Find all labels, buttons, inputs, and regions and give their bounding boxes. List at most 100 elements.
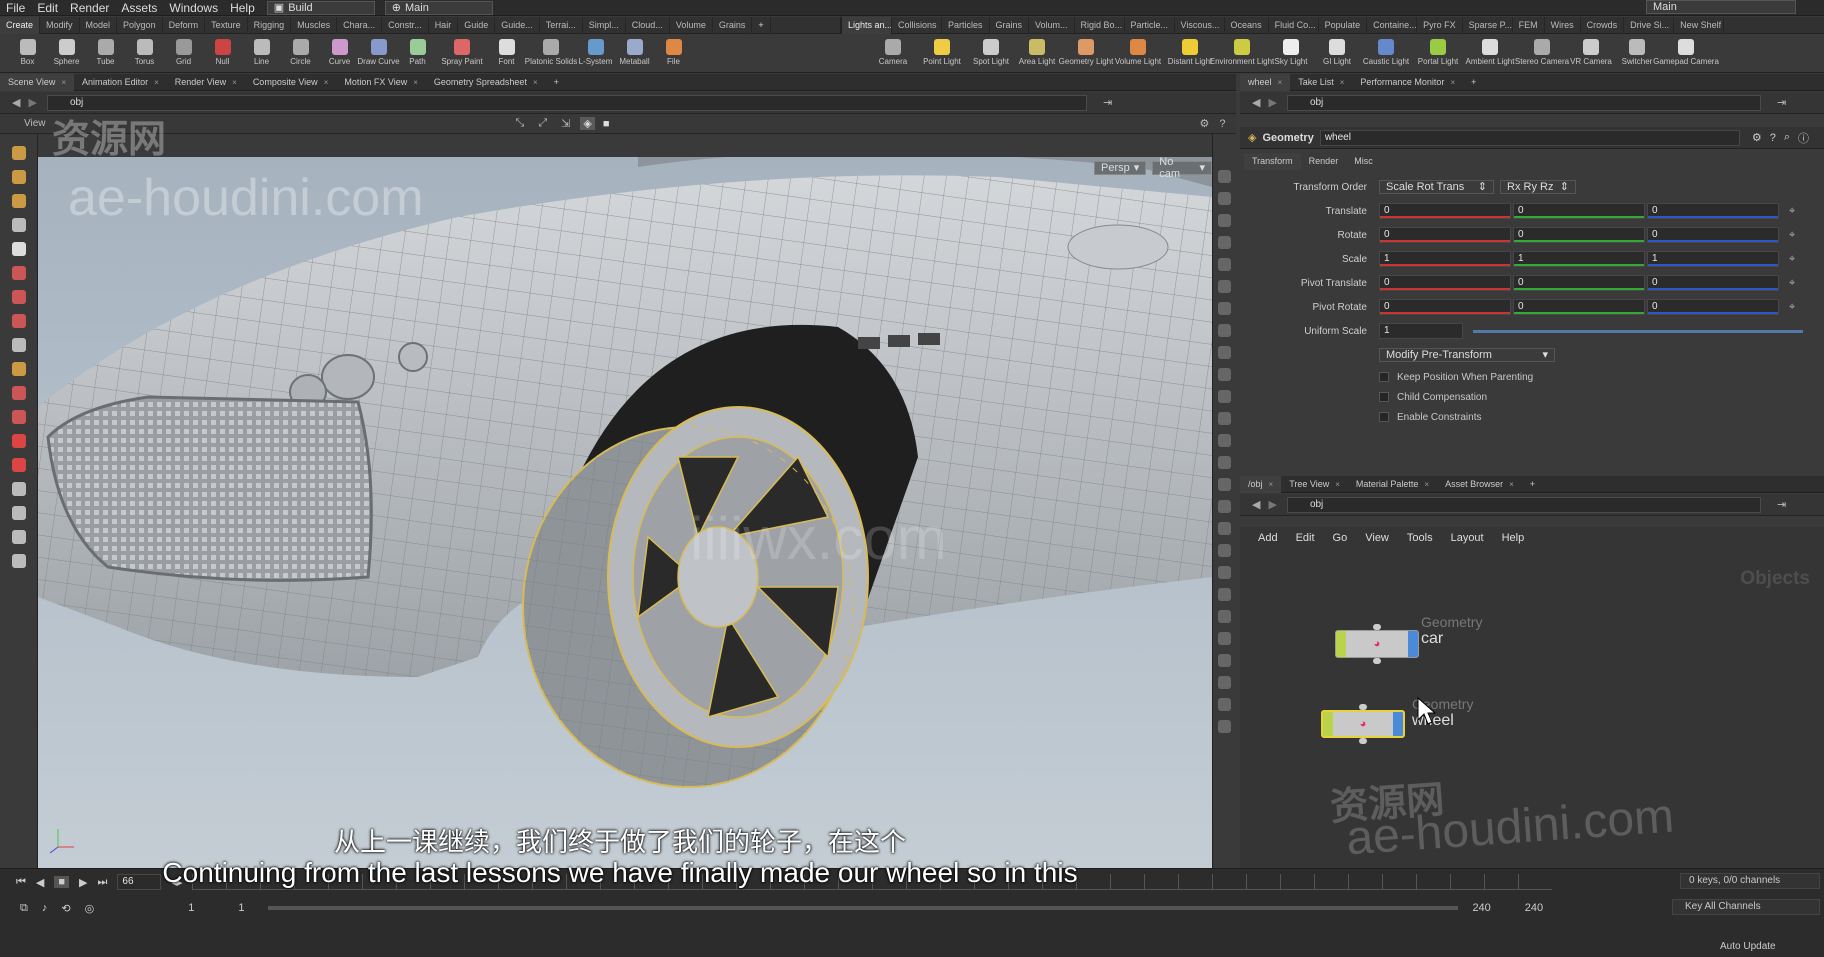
tool-point-light[interactable]: Point Light [916,35,968,73]
close-icon[interactable]: × [413,74,418,91]
tool-spot-light[interactable]: Spot Light [968,35,1014,73]
shelf-tab-modify[interactable]: Modify [40,16,80,34]
tool-caustic-light[interactable]: Caustic Light [1360,35,1412,73]
param-field-y[interactable]: 1 [1513,251,1645,267]
help-icon[interactable]: ? [1770,132,1776,144]
add-tab-icon[interactable]: + [1463,74,1484,91]
shelf-tab-grains[interactable]: Grains [713,16,753,34]
shelf-tab-particles[interactable]: Particles [942,16,990,34]
viewport-tool-icon[interactable] [11,506,26,520]
param-field-y[interactable]: 0 [1513,275,1645,291]
display-option-icon[interactable] [1218,434,1231,447]
uniform-scale-field[interactable]: 1 [1379,323,1463,339]
shelf-tab-grains[interactable]: Grains [990,16,1030,34]
tool-font[interactable]: Font [487,35,526,73]
param-field-z[interactable]: 0 [1647,227,1779,243]
shelf-tab-viscous[interactable]: Viscous... [1175,16,1225,34]
desktop-dropdown[interactable]: ▣ Build [266,0,375,15]
close-icon[interactable]: × [232,74,237,91]
checkbox-child-compensation[interactable]: Child Compensation [1379,387,1824,407]
channel-icon[interactable]: ⌖ [1789,301,1795,314]
network-menu-help[interactable]: Help [1502,532,1525,544]
shelf-tab-cloud[interactable]: Cloud... [626,16,670,34]
node-output[interactable] [1373,658,1381,664]
pane-tab-geometry-spreadsheet[interactable]: Geometry Spreadsheet × [426,74,546,91]
network-menu-layout[interactable]: Layout [1451,532,1484,544]
display-option-icon[interactable] [1218,588,1231,601]
shelf-tab-rigging[interactable]: Rigging [248,16,292,34]
camera-dropdown[interactable]: No cam ▾ [1152,157,1212,180]
close-icon[interactable]: × [1450,74,1455,91]
back-arrow-icon[interactable]: ◀ [12,96,20,109]
close-icon[interactable]: × [324,74,329,91]
viewport-tool-icon[interactable] [11,266,26,280]
tool-box[interactable]: Box [8,35,47,73]
checkbox-keep-position-when-parenting[interactable]: Keep Position When Parenting [1379,367,1824,387]
gear-icon[interactable]: ⚙ [1752,131,1762,144]
tool-l-system[interactable]: L-System [576,35,615,73]
range-end-field[interactable]: 240 [1472,902,1490,914]
param-field-z[interactable]: 0 [1647,275,1779,291]
shelf-tab-wires[interactable]: Wires [1545,16,1581,34]
viewport-tool-icon[interactable] [11,410,26,424]
node-wheel[interactable]: ◕ [1321,704,1405,744]
menu-render[interactable]: Render [64,0,115,16]
pane-tab-performance-monitor[interactable]: Performance Monitor × [1352,74,1463,91]
viewport-tool-icon[interactable] [11,338,26,352]
menu-file[interactable]: File [0,0,31,16]
uniform-scale-slider[interactable] [1473,329,1803,333]
range-start-field[interactable]: 1 [238,902,244,914]
viewport-tool-icon[interactable] [11,482,26,496]
shelf-tab-model[interactable]: Model [80,16,118,34]
key-all-channels-dropdown[interactable]: Key All Channels [1672,899,1820,915]
param-field-y[interactable]: 0 [1513,227,1645,243]
display-option-icon[interactable] [1218,324,1231,337]
viewport-tool-icon[interactable] [11,314,26,328]
pane-tab-asset-browser[interactable]: Asset Browser × [1437,476,1522,493]
viewport-tool-icon[interactable] [11,218,26,232]
pane-tab-obj[interactable]: /obj × [1240,475,1282,493]
tool-file[interactable]: File [654,35,693,73]
viewport-tool-icon[interactable] [11,242,26,256]
checkbox-enable-constraints[interactable]: Enable Constraints [1379,407,1824,427]
shelf-tab-new-shelf[interactable]: New Shelf [1674,16,1725,34]
forward-arrow-icon[interactable]: ▶ [28,96,36,109]
display-option-icon[interactable] [1218,368,1231,381]
tab-misc[interactable]: Misc [1346,153,1381,170]
shelf-tab-volume[interactable]: Volume [670,16,713,34]
shelf-tab-drive-si[interactable]: Drive Si... [1624,16,1675,34]
tool-area-light[interactable]: Area Light [1014,35,1060,73]
shelf-tab-fluid-co[interactable]: Fluid Co... [1269,16,1319,34]
close-icon[interactable]: × [1269,476,1274,493]
auto-update-dropdown[interactable]: Auto Update [1720,939,1820,955]
add-tab-icon[interactable]: + [546,74,567,91]
tool-gi-light[interactable]: GI Light [1314,35,1360,73]
shelf-tab-guide[interactable]: Guide [458,16,496,34]
range-end[interactable]: 240 [1525,902,1543,914]
select-tool-icon[interactable]: ⤢ [538,117,547,130]
shelf-tab-lights-an[interactable]: Lights an... [842,16,892,34]
param-field-y[interactable]: 0 [1513,299,1645,315]
viewport-tool-icon[interactable] [11,146,26,160]
display-option-icon[interactable] [1218,302,1231,315]
param-field-z[interactable]: 1 [1647,251,1779,267]
tool-sphere[interactable]: Sphere [47,35,86,73]
display-option-icon[interactable] [1218,478,1231,491]
modify-pretransform-dropdown[interactable]: Modify Pre-Transform ▾ [1379,348,1555,362]
shelf-tab-rigid-bo[interactable]: Rigid Bo... [1075,16,1125,34]
tool-sky-light[interactable]: Sky Light [1268,35,1314,73]
display-option-icon[interactable] [1218,544,1231,557]
tool-distant-light[interactable]: Distant Light [1164,35,1216,73]
display-mode-icon[interactable]: ◈ [580,117,595,130]
network-menu-go[interactable]: Go [1333,532,1348,544]
node-wheel-body[interactable]: ◕ [1321,710,1405,738]
network-menu-edit[interactable]: Edit [1296,532,1315,544]
display-option-icon[interactable] [1218,698,1231,711]
snap-tool-icon[interactable]: ⇲ [561,117,570,130]
display-option-icon[interactable] [1218,566,1231,579]
pane-tab-composite-view[interactable]: Composite View × [245,74,337,91]
persp-dropdown[interactable]: Persp ▾ [1094,161,1147,175]
shelf-tab-polygon[interactable]: Polygon [117,16,163,34]
shelf-tab-guide[interactable]: Guide... [495,16,540,34]
right-context-dropdown[interactable]: Main [1646,0,1796,14]
